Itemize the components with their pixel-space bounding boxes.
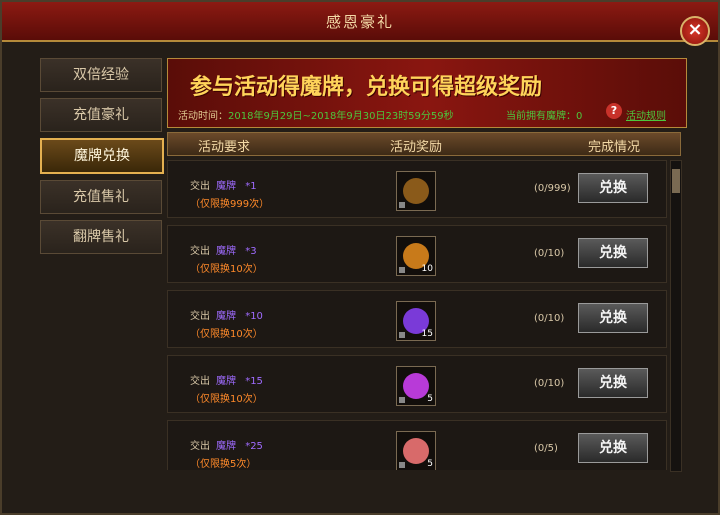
- reward-slot[interactable]: 10: [396, 236, 436, 276]
- scrollbar[interactable]: [670, 160, 682, 472]
- give-label: 交出: [190, 246, 210, 257]
- sidebar-item-double-exp[interactable]: 双倍经验: [40, 58, 162, 92]
- reward-count: 10: [421, 264, 433, 274]
- item-name: 魔牌: [216, 311, 236, 322]
- exchange-window: 感恩豪礼 × 双倍经验 充值豪礼 魔牌兑换 充值售礼 翻牌售礼 参与活动得魔牌，…: [0, 0, 720, 515]
- col-reward: 活动奖励: [390, 140, 443, 155]
- exchange-button[interactable]: 兑换: [578, 173, 648, 203]
- item-qty: *1: [245, 181, 257, 192]
- limit-text: （仅限换10次）: [190, 264, 263, 275]
- window-title: 感恩豪礼: [325, 13, 394, 31]
- owned-value: 0: [576, 111, 583, 122]
- give-label: 交出: [190, 181, 210, 192]
- pouch-icon: [403, 178, 429, 204]
- item-name: 魔牌: [216, 441, 236, 452]
- lock-icon: [399, 462, 405, 468]
- exchange-list: 交出 魔牌 *1 （仅限换999次） (0/999) 兑换 交出 魔牌 *3 （仅限…: [167, 160, 667, 470]
- col-requirement: 活动要求: [198, 140, 251, 155]
- event-time-value: 2018年9月29日~2018年9月30日23时59分59秒: [228, 111, 454, 122]
- lock-icon: [399, 202, 405, 208]
- banner-headline: 参与活动得魔牌，兑换可得超级奖励: [190, 74, 543, 100]
- rules-link[interactable]: 活动规则: [626, 107, 666, 122]
- sidebar-item-recharge-gift[interactable]: 充值豪礼: [40, 98, 162, 132]
- lock-icon: [399, 267, 405, 273]
- list-item: 交出 魔牌 *1 （仅限换999次） (0/999) 兑换: [167, 160, 667, 218]
- title-bar: 感恩豪礼 ×: [2, 2, 718, 46]
- sidebar-item-card-exchange[interactable]: 魔牌兑换: [40, 138, 164, 174]
- progress-text: (0/999): [534, 183, 571, 194]
- item-qty: *10: [245, 311, 263, 322]
- limit-text: （仅限换10次）: [190, 329, 263, 340]
- reward-slot[interactable]: 5: [396, 431, 436, 470]
- progress-text: (0/10): [534, 313, 565, 324]
- reward-slot[interactable]: [396, 171, 436, 211]
- reward-slot[interactable]: 15: [396, 301, 436, 341]
- progress-text: (0/10): [534, 248, 565, 259]
- give-label: 交出: [190, 376, 210, 387]
- list-item: 交出 魔牌 *3 （仅限换10次） 10 (0/10) 兑换: [167, 225, 667, 283]
- owned-cards: 当前拥有魔牌：0: [506, 107, 582, 122]
- sidebar-item-recharge-sale[interactable]: 充值售礼: [40, 180, 162, 214]
- list-item: 交出 魔牌 *25 （仅限换5次） 5 (0/5) 兑换: [167, 420, 667, 470]
- give-label: 交出: [190, 441, 210, 452]
- limit-text: （仅限换10次）: [190, 394, 263, 405]
- requirement: 交出 魔牌 *3: [190, 242, 257, 257]
- requirement: 交出 魔牌 *10: [190, 307, 263, 322]
- exchange-button[interactable]: 兑换: [578, 238, 648, 268]
- requirement: 交出 魔牌 *25: [190, 437, 263, 452]
- requirement: 交出 魔牌 *15: [190, 372, 263, 387]
- limit-text: （仅限换5次）: [190, 459, 257, 470]
- progress-text: (0/10): [534, 378, 565, 389]
- lock-icon: [399, 332, 405, 338]
- item-qty: *15: [245, 376, 263, 387]
- reward-slot[interactable]: 5: [396, 366, 436, 406]
- event-time-label: 活动时间：: [178, 111, 228, 122]
- event-banner: 参与活动得魔牌，兑换可得超级奖励 活动时间：2018年9月29日~2018年9月…: [167, 58, 687, 128]
- lock-icon: [399, 397, 405, 403]
- owned-label: 当前拥有魔牌：: [506, 111, 576, 122]
- list-item: 交出 魔牌 *10 （仅限换10次） 15 (0/10) 兑换: [167, 290, 667, 348]
- reward-count: 5: [427, 459, 433, 469]
- sidebar: 双倍经验 充值豪礼 魔牌兑换 充值售礼 翻牌售礼: [40, 58, 164, 260]
- column-header: 活动要求 活动奖励 完成情况: [167, 132, 681, 156]
- item-name: 魔牌: [216, 246, 236, 257]
- reward-count: 5: [427, 394, 433, 404]
- orb-icon: [403, 373, 429, 399]
- help-icon[interactable]: ?: [606, 103, 622, 119]
- requirement: 交出 魔牌 *1: [190, 177, 257, 192]
- limit-text: （仅限换999次）: [190, 199, 270, 210]
- exchange-button[interactable]: 兑换: [578, 368, 648, 398]
- progress-text: (0/5): [534, 443, 558, 454]
- item-qty: *25: [245, 441, 263, 452]
- sidebar-item-flip-sale[interactable]: 翻牌售礼: [40, 220, 162, 254]
- exchange-button[interactable]: 兑换: [578, 303, 648, 333]
- col-status: 完成情况: [588, 140, 641, 155]
- flower-icon: [403, 438, 429, 464]
- item-qty: *3: [245, 246, 257, 257]
- give-label: 交出: [190, 311, 210, 322]
- item-name: 魔牌: [216, 376, 236, 387]
- exchange-button[interactable]: 兑换: [578, 433, 648, 463]
- scroll-thumb[interactable]: [672, 169, 680, 193]
- item-name: 魔牌: [216, 181, 236, 192]
- reward-count: 15: [421, 329, 433, 339]
- close-button[interactable]: ×: [680, 16, 710, 46]
- event-time: 活动时间：2018年9月29日~2018年9月30日23时59分59秒: [178, 107, 454, 122]
- list-item: 交出 魔牌 *15 （仅限换10次） 5 (0/10) 兑换: [167, 355, 667, 413]
